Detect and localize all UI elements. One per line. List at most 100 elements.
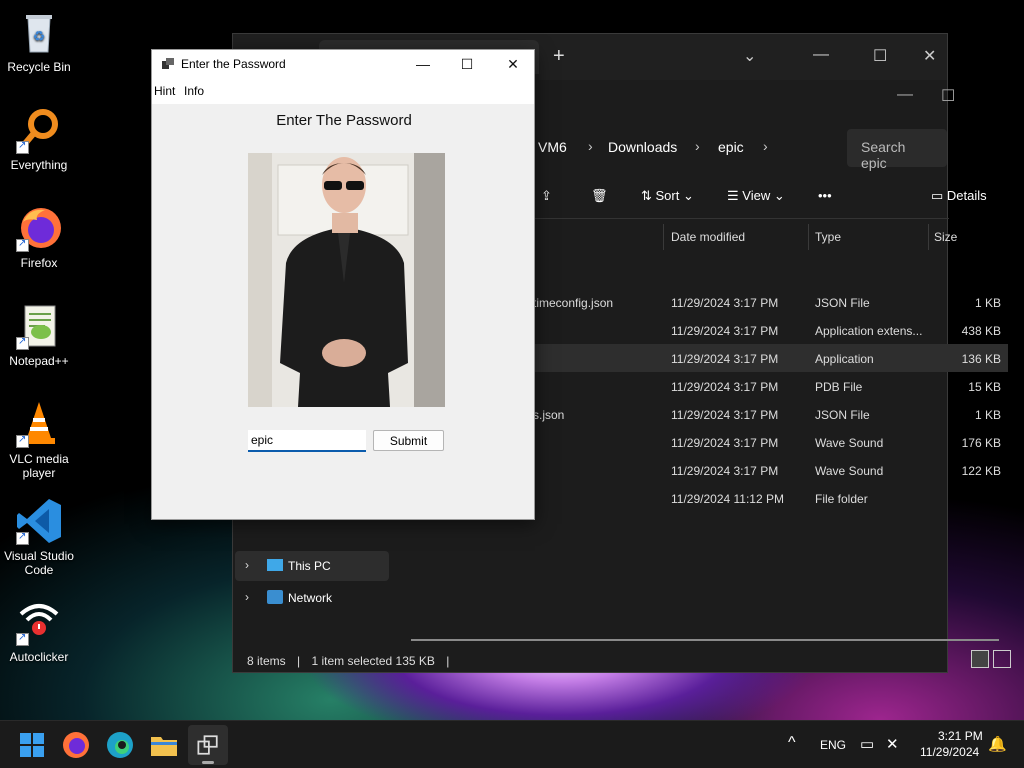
explorer-close-icon[interactable]: ✕ (923, 46, 936, 66)
taskbar-file-explorer-icon[interactable] (148, 729, 180, 761)
notepadpp-icon (15, 302, 63, 350)
delete-icon[interactable]: 🗑 (591, 188, 608, 204)
file-row[interactable]: 11/29/2024 3:17 PM Wave Sound 122 KB (533, 456, 1008, 484)
desktop-icon-vscode[interactable]: Visual Studio Code (2, 497, 76, 577)
taskbar-password-app-icon (197, 735, 218, 755)
breadcrumb-vm6[interactable]: VM6 (538, 139, 567, 155)
column-divider (928, 224, 929, 250)
tab-list-chevron-icon[interactable]: ⌄ (743, 46, 756, 66)
person-photo (248, 153, 445, 407)
column-header-date[interactable]: Date modified (671, 230, 745, 244)
expand-chevron-icon[interactable]: › (245, 558, 249, 572)
taskbar-firefox-icon[interactable] (60, 729, 92, 761)
desktop-icon-notepadpp[interactable]: Notepad++ (2, 302, 76, 368)
explorer-maximize-icon[interactable]: ☐ (873, 46, 887, 66)
details-view-icon[interactable] (971, 650, 989, 668)
file-row[interactable]: 11/29/2024 3:17 PM Wave Sound 176 KB (533, 428, 1008, 456)
everything-search-icon (15, 106, 63, 154)
vscode-icon (15, 497, 63, 545)
file-row[interactable]: 11/29/2024 3:17 PM Application extens... 4… (533, 316, 1008, 344)
network-icon (267, 590, 283, 604)
file-type: Wave Sound (815, 464, 884, 478)
notification-bell-icon[interactable]: 🔔 (988, 735, 1007, 753)
file-date: 11/29/2024 3:17 PM (671, 380, 779, 394)
sort-button[interactable]: ⇅ Sort ⌄ (641, 188, 694, 204)
nav-this-pc[interactable]: › This PC (235, 551, 389, 581)
network-status-icon[interactable]: ▭ (860, 735, 874, 753)
column-header-size[interactable]: Size (934, 230, 957, 244)
recycle-bin-icon: ♻ (15, 8, 63, 56)
file-size: 176 KB (961, 436, 1001, 450)
status-separator: | (446, 654, 450, 668)
file-size: 1 KB (974, 408, 1001, 422)
file-date: 11/29/2024 3:17 PM (671, 464, 779, 478)
maximize-icon[interactable]: ☐ (444, 53, 490, 75)
share-icon[interactable]: ⇪ (541, 188, 552, 204)
file-row[interactable]: 11/29/2024 11:12 PM File folder (533, 484, 1008, 512)
minimize-icon[interactable]: — (400, 53, 446, 75)
file-row[interactable]: timeconfig.json 11/29/2024 3:17 PM JSON Fi… (533, 288, 1008, 316)
breadcrumb-epic[interactable]: epic (718, 139, 744, 155)
clock-date[interactable]: 11/29/2024 (920, 745, 979, 759)
status-selected: 1 item selected 135 KB (311, 654, 435, 668)
horizontal-scrollbar[interactable] (411, 639, 999, 641)
submit-button[interactable]: Submit (373, 430, 444, 451)
file-type: Application extens... (815, 324, 923, 338)
file-row[interactable]: 11/29/2024 3:17 PM Application 136 KB (533, 344, 1008, 372)
expand-chevron-icon[interactable]: › (245, 590, 249, 604)
more-options-button[interactable]: ••• (818, 188, 832, 203)
tiles-view-icon[interactable] (993, 650, 1011, 668)
explorer-minimize-icon[interactable]: — (813, 46, 829, 64)
view-button[interactable]: ☰ View ⌄ (727, 188, 785, 204)
file-date: 11/29/2024 3:17 PM (671, 352, 779, 366)
search-input[interactable]: Search epic (847, 129, 947, 171)
file-type: PDB File (815, 380, 863, 394)
desktop-icon-label: Everything (10, 158, 68, 172)
nav-network[interactable]: › Network (235, 583, 389, 613)
file-name: timeconfig.json (533, 296, 614, 310)
file-type: File folder (815, 492, 868, 506)
show-hidden-icons-chevron-icon[interactable]: ^ (788, 734, 796, 752)
clock-time[interactable]: 3:21 PM (938, 729, 983, 743)
dialog-titlebar: Enter the Password — ☐ ✕ (152, 50, 534, 78)
breadcrumb-chevron-icon: › (695, 138, 700, 154)
desktop-icon-autoclicker[interactable]: Autoclicker (2, 598, 76, 664)
taskbar-active-app[interactable] (188, 725, 228, 765)
new-tab-icon[interactable]: + (553, 45, 565, 68)
file-size: 1 KB (974, 296, 1001, 310)
file-name: s.json (533, 408, 565, 422)
file-row[interactable]: 11/29/2024 3:17 PM PDB File 15 KB (533, 372, 1008, 400)
breadcrumb-chevron-icon: › (763, 138, 768, 154)
status-item-count: 8 items (247, 654, 286, 668)
column-header-type[interactable]: Type (815, 230, 841, 244)
start-windows-icon[interactable] (16, 729, 48, 761)
file-size: 438 KB (961, 324, 1001, 338)
explorer-min2-icon[interactable]: — (897, 86, 913, 104)
close-icon[interactable]: ✕ (490, 53, 536, 75)
taskbar-edge-icon[interactable] (104, 729, 136, 761)
desktop-icon-vlc[interactable]: VLC media player (2, 400, 76, 480)
desktop-icon-label: Recycle Bin (7, 60, 71, 74)
file-type: Wave Sound (815, 436, 884, 450)
app-window-icon (162, 58, 174, 69)
breadcrumb-downloads[interactable]: Downloads (608, 139, 677, 155)
desktop-icon-label: Visual Studio Code (4, 549, 74, 577)
file-row[interactable]: s.json 11/29/2024 3:17 PM JSON File 1 KB (533, 400, 1008, 428)
explorer-restore-icon[interactable]: ☐ (941, 86, 955, 106)
dialog-title: Enter the Password (181, 57, 286, 71)
file-date: 11/29/2024 3:17 PM (671, 408, 779, 422)
details-pane-button[interactable]: ▭ Details (931, 188, 1011, 204)
desktop-icon-label: Autoclicker (9, 650, 69, 664)
file-date: 11/29/2024 3:17 PM (671, 436, 779, 450)
password-input[interactable] (248, 430, 366, 452)
desktop-icon-label: Firefox (20, 256, 58, 270)
menu-hint[interactable]: Hint (154, 84, 175, 98)
desktop-icon-everything[interactable]: Everything (2, 106, 76, 172)
file-date: 11/29/2024 3:17 PM (671, 296, 779, 310)
volume-muted-icon[interactable]: ✕ (886, 735, 899, 753)
menu-info[interactable]: Info (184, 84, 204, 98)
desktop-icon-firefox[interactable]: Firefox (2, 204, 76, 270)
desktop-icon-recycle-bin[interactable]: ♻ Recycle Bin (2, 8, 76, 74)
dialog-heading: Enter The Password (276, 112, 412, 129)
language-indicator[interactable]: ENG (820, 738, 846, 752)
